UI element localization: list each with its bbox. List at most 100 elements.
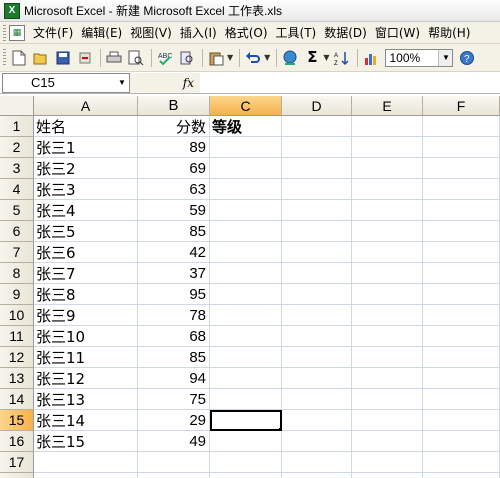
cell-a[interactable]: 姓名 bbox=[34, 116, 138, 137]
cell-c[interactable] bbox=[210, 200, 282, 221]
cell-f[interactable] bbox=[423, 305, 500, 326]
toolbar-grip[interactable] bbox=[3, 48, 6, 67]
menu-grip[interactable] bbox=[3, 24, 6, 41]
cell-b[interactable]: 95 bbox=[138, 284, 210, 305]
row-header[interactable]: 6 bbox=[0, 221, 34, 242]
cell-e[interactable] bbox=[352, 242, 423, 263]
cell-d[interactable] bbox=[282, 179, 352, 200]
cell-e[interactable] bbox=[352, 431, 423, 452]
cell-c[interactable] bbox=[210, 452, 282, 473]
cell-f[interactable] bbox=[423, 116, 500, 137]
cell-e[interactable] bbox=[352, 473, 423, 478]
cell-c[interactable] bbox=[210, 284, 282, 305]
cell-f[interactable] bbox=[423, 242, 500, 263]
cell-d[interactable] bbox=[282, 137, 352, 158]
cell-e[interactable] bbox=[352, 305, 423, 326]
workbook-icon[interactable]: ▦ bbox=[9, 24, 25, 41]
cell-f[interactable] bbox=[423, 179, 500, 200]
open-icon[interactable] bbox=[31, 48, 51, 68]
cell-a[interactable]: 张三7 bbox=[34, 263, 138, 284]
cell-f[interactable] bbox=[423, 326, 500, 347]
paste-dropdown-arrow[interactable]: ▼ bbox=[227, 53, 233, 62]
formula-input[interactable] bbox=[200, 72, 500, 93]
cell-d[interactable] bbox=[282, 347, 352, 368]
row-header[interactable]: 9 bbox=[0, 284, 34, 305]
cell-c[interactable] bbox=[210, 263, 282, 284]
cell-e[interactable] bbox=[352, 158, 423, 179]
cell-d[interactable] bbox=[282, 305, 352, 326]
cell-b[interactable]: 75 bbox=[138, 389, 210, 410]
cell-f[interactable] bbox=[423, 368, 500, 389]
select-all-corner[interactable] bbox=[0, 96, 34, 116]
undo-icon[interactable] bbox=[243, 48, 263, 68]
cell-e[interactable] bbox=[352, 410, 423, 431]
name-box[interactable]: C15 ▼ bbox=[2, 72, 130, 93]
cell-d[interactable] bbox=[282, 263, 352, 284]
cell-c[interactable] bbox=[210, 389, 282, 410]
cell-b[interactable] bbox=[138, 452, 210, 473]
cell-a[interactable]: 张三5 bbox=[34, 221, 138, 242]
menu-format[interactable]: 格式(O) bbox=[221, 24, 272, 41]
help-icon[interactable]: ? bbox=[457, 48, 477, 68]
cell-c[interactable] bbox=[210, 473, 282, 478]
print-icon[interactable] bbox=[104, 48, 124, 68]
cell-a[interactable] bbox=[34, 452, 138, 473]
cell-b[interactable]: 分数 bbox=[138, 116, 210, 137]
cell-b[interactable]: 42 bbox=[138, 242, 210, 263]
hyperlink-icon[interactable] bbox=[280, 48, 300, 68]
save-icon[interactable] bbox=[53, 48, 73, 68]
cell-a[interactable]: 张三12 bbox=[34, 368, 138, 389]
cell-d[interactable] bbox=[282, 116, 352, 137]
chevron-down-icon[interactable]: ▼ bbox=[115, 74, 129, 92]
cell-f[interactable] bbox=[423, 452, 500, 473]
menu-tools[interactable]: 工具(T) bbox=[272, 24, 321, 41]
row-header[interactable]: 1 bbox=[0, 116, 34, 137]
column-header-b[interactable]: B bbox=[138, 96, 210, 116]
cell-b[interactable]: 37 bbox=[138, 263, 210, 284]
row-header[interactable]: 5 bbox=[0, 200, 34, 221]
cell-f[interactable] bbox=[423, 137, 500, 158]
menu-help[interactable]: 帮助(H) bbox=[424, 24, 474, 41]
chevron-down-icon[interactable]: ▼ bbox=[438, 49, 453, 66]
cell-a[interactable]: 张三14 bbox=[34, 410, 138, 431]
cell-b[interactable]: 68 bbox=[138, 326, 210, 347]
cell-c[interactable] bbox=[210, 347, 282, 368]
zoom-select[interactable]: 100% ▼ bbox=[385, 48, 454, 67]
cell-d[interactable] bbox=[282, 158, 352, 179]
menu-view[interactable]: 视图(V) bbox=[126, 24, 176, 41]
print-preview-icon[interactable] bbox=[126, 48, 146, 68]
cell-d[interactable] bbox=[282, 326, 352, 347]
cell-a[interactable]: 张三15 bbox=[34, 431, 138, 452]
cell-f[interactable] bbox=[423, 158, 500, 179]
cell-b[interactable]: 85 bbox=[138, 221, 210, 242]
sort-ascending-icon[interactable]: AZ bbox=[332, 48, 352, 68]
menu-edit[interactable]: 编辑(E) bbox=[77, 24, 126, 41]
cell-e[interactable] bbox=[352, 452, 423, 473]
cell-d[interactable] bbox=[282, 410, 352, 431]
cell-e[interactable] bbox=[352, 116, 423, 137]
row-header[interactable]: 15 bbox=[0, 410, 34, 431]
cell-e[interactable] bbox=[352, 284, 423, 305]
cell-a[interactable]: 张三2 bbox=[34, 158, 138, 179]
row-header[interactable]: 14 bbox=[0, 389, 34, 410]
menu-data[interactable]: 数据(D) bbox=[320, 24, 371, 41]
cell-b[interactable]: 69 bbox=[138, 158, 210, 179]
cell-b[interactable]: 49 bbox=[138, 431, 210, 452]
autosum-icon[interactable]: Σ bbox=[302, 48, 322, 68]
cell-d[interactable] bbox=[282, 368, 352, 389]
cell-d[interactable] bbox=[282, 221, 352, 242]
cell-a[interactable]: 张三13 bbox=[34, 389, 138, 410]
row-header[interactable]: 11 bbox=[0, 326, 34, 347]
cell-b[interactable]: 59 bbox=[138, 200, 210, 221]
cell-d[interactable] bbox=[282, 473, 352, 478]
cell-d[interactable] bbox=[282, 431, 352, 452]
cell-e[interactable] bbox=[352, 221, 423, 242]
cell-f[interactable] bbox=[423, 200, 500, 221]
row-header[interactable]: 18 bbox=[0, 473, 34, 478]
column-header-c[interactable]: C bbox=[210, 96, 282, 116]
cell-c[interactable] bbox=[210, 431, 282, 452]
column-header-a[interactable]: A bbox=[34, 96, 138, 116]
row-header[interactable]: 2 bbox=[0, 137, 34, 158]
cell-b[interactable]: 29 bbox=[138, 410, 210, 431]
cell-a[interactable]: 张三6 bbox=[34, 242, 138, 263]
